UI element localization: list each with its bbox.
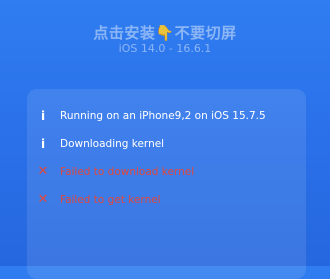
log-entry-text: Failed to get kernel	[60, 194, 161, 206]
pointing-down-hand-icon: 👇	[155, 24, 175, 42]
log-entry: ✕ Failed to get kernel	[27, 190, 306, 210]
log-entry-text: Downloading kernel	[60, 138, 165, 150]
info-icon: i	[40, 109, 46, 123]
install-instruction-title: 点击安装👇不要切屏	[0, 22, 330, 43]
close-x-icon: ✕	[37, 164, 49, 179]
info-icon: i	[40, 137, 46, 151]
log-entry: ✕ Failed to download kernel	[27, 162, 306, 182]
title-suffix: 不要切屏	[174, 24, 237, 42]
ios-version-range: iOS 14.0 - 16.6.1	[118, 42, 212, 55]
log-entry-text: Running on an iPhone9,2 on iOS 15.7.5	[60, 110, 266, 122]
log-entry: i Running on an iPhone9,2 on iOS 15.7.5	[27, 106, 306, 126]
close-x-icon: ✕	[37, 192, 49, 207]
title-prefix: 点击安装	[93, 24, 156, 42]
log-entry: i Downloading kernel	[27, 134, 306, 154]
log-entry-text: Failed to download kernel	[60, 166, 195, 178]
log-panel: i Running on an iPhone9,2 on iOS 15.7.5 …	[27, 89, 306, 279]
